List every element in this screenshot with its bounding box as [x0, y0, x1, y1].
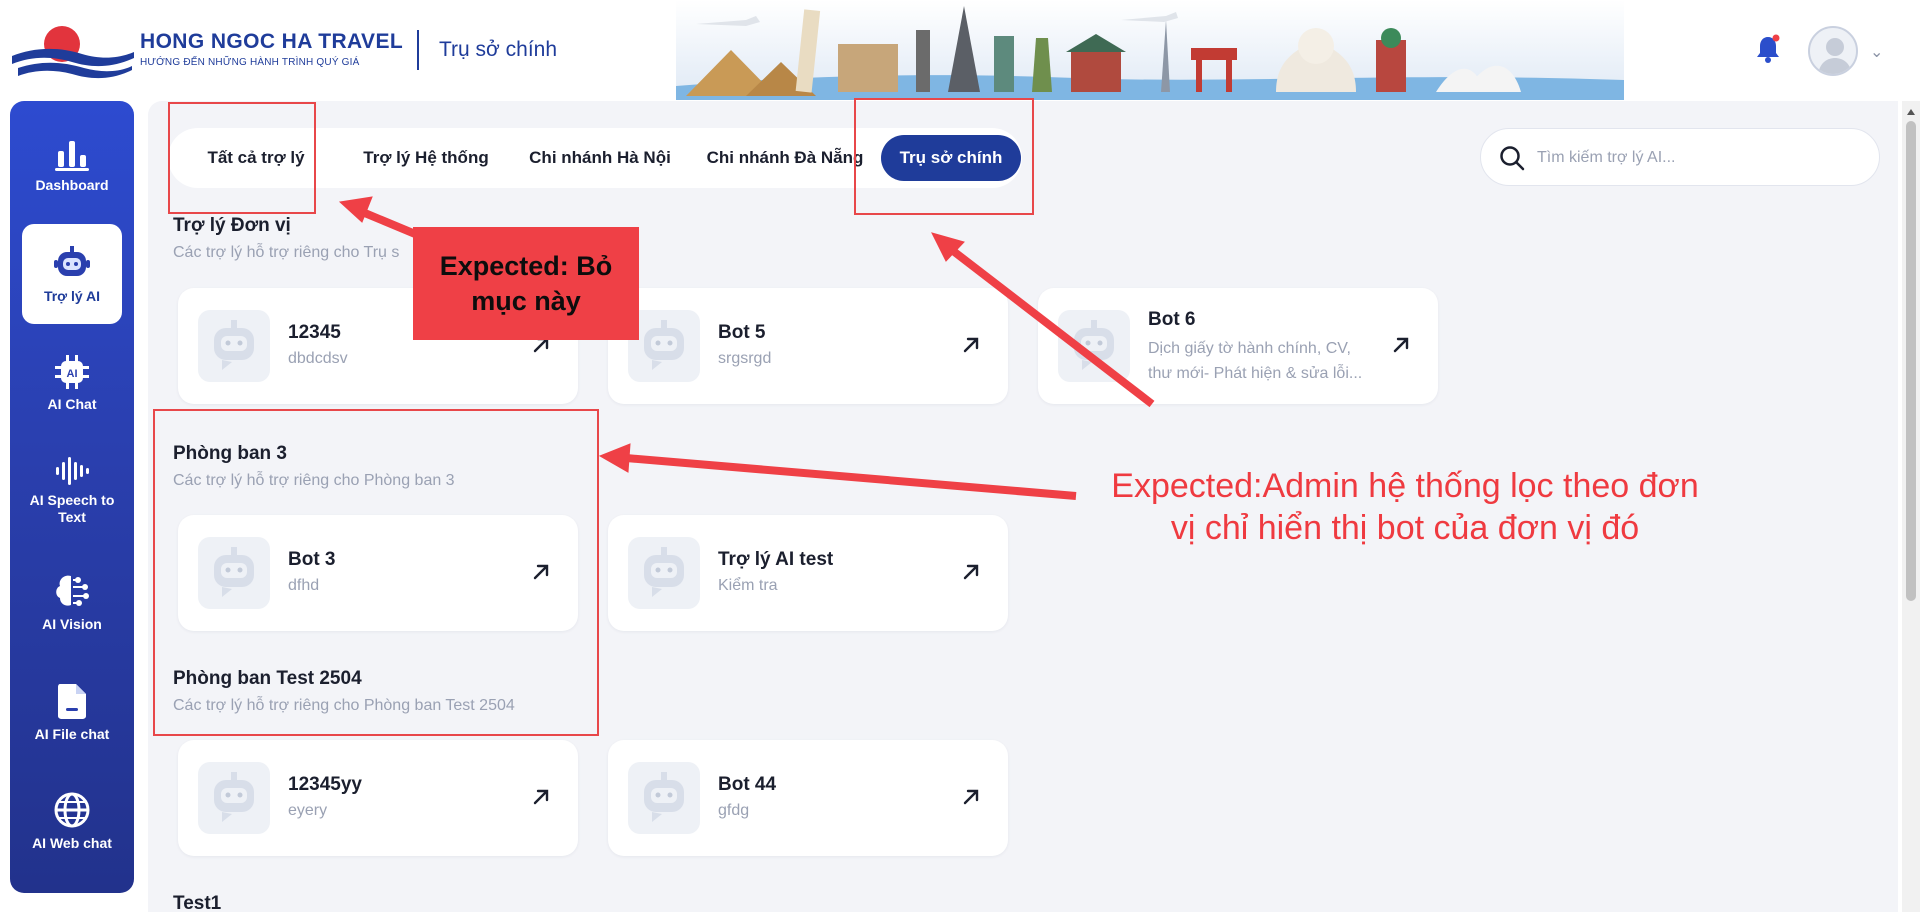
annotation-box-all-tab — [168, 102, 316, 214]
search-box[interactable] — [1480, 128, 1880, 186]
tab-danang-branch[interactable]: Chi nhánh Đà Nẵng — [689, 135, 881, 181]
brand-block: HONG NGOC HA TRAVEL HƯỚNG ĐẾN NHỮNG HÀNH… — [140, 30, 403, 68]
arrow-up-right-icon[interactable] — [960, 786, 982, 808]
annotation-callout-filter: Expected:Admin hệ thống lọc theo đơn vị … — [1111, 467, 1699, 547]
robot-icon — [54, 245, 90, 276]
bot-avatar-icon — [1058, 310, 1130, 382]
brand-tagline: HƯỚNG ĐẾN NHỮNG HÀNH TRÌNH QUÝ GIÁ — [140, 57, 360, 68]
chevron-down-icon[interactable]: ⌄ — [1870, 42, 1883, 62]
bot-description: srgsrgd — [718, 350, 772, 367]
sidebar-item-label: AI Speech to Text — [29, 492, 115, 525]
bot-avatar-icon — [198, 310, 270, 382]
sidebar-item-ai-vision[interactable]: AI Vision — [22, 552, 122, 652]
sidebar-item-ai-chat[interactable]: AI AI Chat — [22, 333, 122, 433]
file-icon — [58, 683, 86, 719]
brand-logo[interactable] — [12, 24, 134, 80]
travel-landmarks-banner — [676, 0, 1624, 100]
section-subtitle: Các trợ lý hỗ trợ riêng cho Trụ s — [173, 244, 400, 261]
brain-icon — [56, 575, 89, 606]
scrollbar-thumb[interactable] — [1906, 121, 1916, 601]
section-title: Trợ lý Đơn vị — [173, 215, 291, 236]
vertical-scrollbar[interactable] — [1902, 101, 1920, 912]
annotation-box-hq-tab — [854, 98, 1034, 215]
bot-description: dbdcdsv — [288, 350, 348, 367]
bot-name: 12345yy — [288, 774, 362, 795]
bot-description: gfdg — [718, 802, 750, 819]
annotation-box-departments — [153, 409, 599, 736]
bot-name: Bot 6 — [1148, 309, 1196, 330]
sidebar-item-label: AI Web chat — [32, 834, 112, 851]
sidebar-item-label: Dashboard — [35, 176, 109, 193]
search-icon — [1500, 146, 1525, 171]
bot-name: Bot 44 — [718, 774, 777, 795]
arrow-up-right-icon[interactable] — [960, 334, 982, 356]
search-input[interactable] — [1537, 144, 1857, 172]
sidebar-item-ai-web-chat[interactable]: AI Web chat — [22, 771, 122, 871]
globe-icon — [54, 792, 90, 827]
bot-description: Dịch giấy tờ hành chính, CV, thư mới- Ph… — [1148, 340, 1363, 382]
user-avatar[interactable] — [1808, 26, 1858, 76]
sidebar: Dashboard Trợ lý AI AI AI Chat AI Speech… — [10, 101, 134, 893]
brand-name: HONG NGOC HA TRAVEL — [140, 30, 404, 53]
ai-chip-icon: AI — [55, 354, 89, 389]
notification-bell-icon[interactable] — [1755, 34, 1781, 64]
bot-card[interactable]: Bot 44 gfdg — [608, 740, 1008, 856]
app-header: HONG NGOC HA TRAVEL HƯỚNG ĐẾN NHỮNG HÀNH… — [0, 0, 1920, 100]
arrow-up-right-icon[interactable] — [960, 561, 982, 583]
bot-avatar-icon — [628, 537, 700, 609]
scroll-up-arrow-icon[interactable] — [1907, 109, 1915, 115]
bar-chart-icon — [55, 140, 89, 171]
bot-card[interactable]: Trợ lý AI test Kiểm tra — [608, 515, 1008, 631]
bot-name: Bot 5 — [718, 322, 766, 343]
arrow-up-right-icon[interactable] — [530, 786, 552, 808]
bot-name: Trợ lý AI test — [718, 549, 834, 570]
sidebar-item-label: AI Chat — [47, 395, 97, 412]
sidebar-item-ai-file-chat[interactable]: AI File chat — [22, 662, 122, 762]
svg-text:AI: AI — [67, 368, 78, 380]
user-avatar-icon — [1818, 38, 1852, 74]
bot-description: eyery — [288, 802, 328, 819]
sidebar-item-label: AI Vision — [42, 615, 102, 632]
sidebar-item-label: Trợ lý AI — [43, 287, 101, 304]
sidebar-item-dashboard[interactable]: Dashboard — [22, 115, 122, 215]
brand-divider — [417, 30, 419, 70]
bot-name: 12345 — [288, 322, 341, 343]
tab-system-assistants[interactable]: Trợ lý Hệ thống — [341, 135, 511, 181]
arrow-up-right-icon[interactable] — [1390, 334, 1412, 356]
soundwave-icon — [56, 457, 89, 485]
sidebar-item-tro-ly-ai[interactable]: Trợ lý AI — [22, 224, 122, 324]
sidebar-item-ai-speech-to-text[interactable]: AI Speech to Text — [22, 441, 122, 541]
bot-card[interactable]: Bot 6 Dịch giấy tờ hành chính, CV, thư m… — [1038, 288, 1438, 404]
bot-card[interactable]: Bot 5 srgsrgd — [608, 288, 1008, 404]
annotation-callout-remove: Expected: Bỏ mục này — [413, 227, 639, 340]
bot-avatar-icon — [628, 762, 700, 834]
tab-hanoi-branch[interactable]: Chi nhánh Hà Nội — [511, 135, 689, 181]
sidebar-item-label: AI File chat — [34, 725, 110, 742]
bot-avatar-icon — [198, 762, 270, 834]
bot-card[interactable]: 12345yy eyery — [178, 740, 578, 856]
current-branch-label: Trụ sở chính — [439, 38, 558, 61]
bot-description: Kiểm tra — [718, 577, 778, 594]
